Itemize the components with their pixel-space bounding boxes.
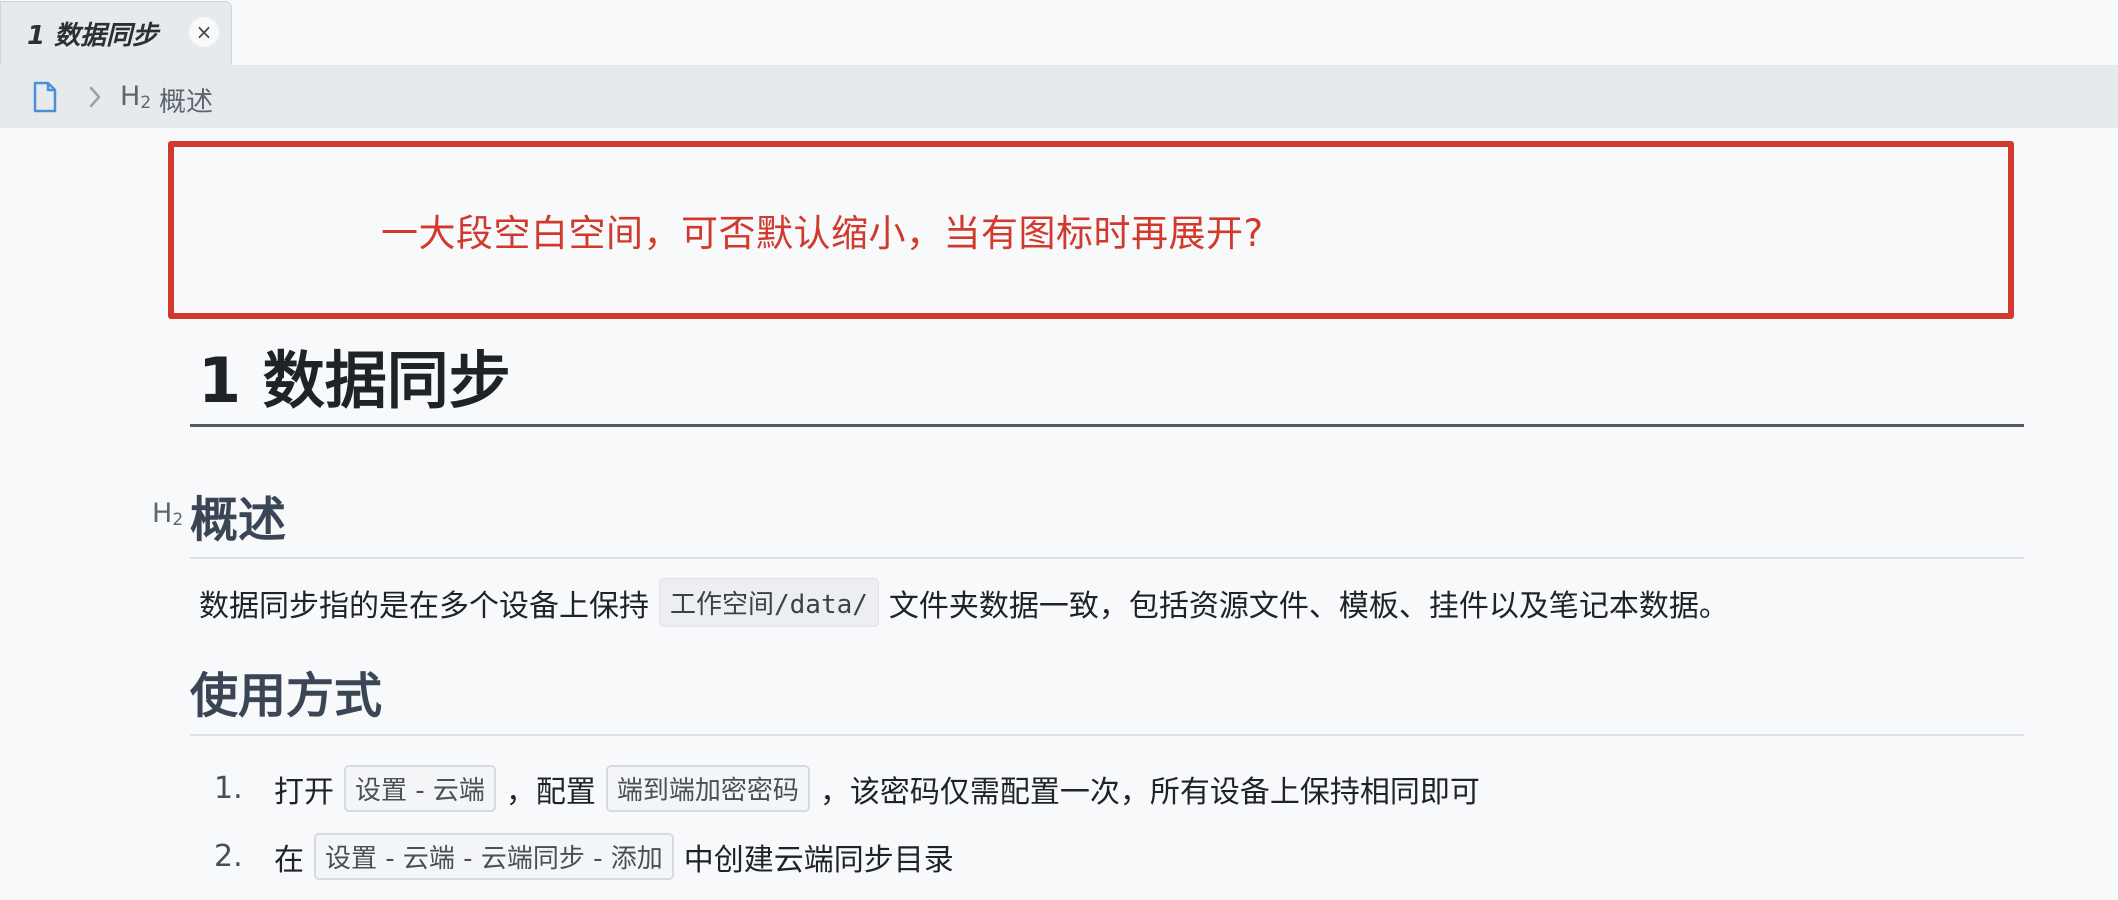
list-text: ，配置 bbox=[505, 774, 596, 810]
overview-paragraph[interactable]: 数据同步指的是在多个设备上保持 工作空间/data/ 文件夹数据一致，包括资源文… bbox=[199, 578, 1729, 627]
inline-kbd: 端到端加密密码 bbox=[605, 765, 810, 812]
list-item[interactable]: 1. 打开 设置 - 云端 ，配置 端到端加密密码 ，该密码仅需配置一次，所有设… bbox=[214, 765, 1480, 812]
breadcrumb-heading[interactable]: 概述 bbox=[159, 80, 213, 119]
title-divider bbox=[190, 424, 2024, 427]
tab-document[interactable]: 1 数据同步 × bbox=[0, 1, 232, 65]
list-number: 2. bbox=[214, 839, 243, 874]
list-text: ，该密码仅需配置一次，所有设备上保持相同即可 bbox=[819, 774, 1480, 810]
list-text: 打开 bbox=[274, 774, 334, 810]
inline-code: 工作空间/data/ bbox=[659, 578, 879, 627]
document-title[interactable]: 1 数据同步 bbox=[198, 330, 511, 420]
heading-level-marker[interactable]: H2 bbox=[152, 498, 183, 530]
list-text: 在 bbox=[274, 842, 304, 878]
inline-kbd: 设置 - 云端 bbox=[344, 765, 496, 812]
heading-level-icon: H2 bbox=[120, 81, 152, 113]
section-divider bbox=[190, 734, 2024, 736]
paragraph-text: 文件夹数据一致，包括资源文件、模板、挂件以及笔记本数据。 bbox=[888, 588, 1729, 624]
close-icon[interactable]: × bbox=[189, 17, 219, 47]
tab-bar: 1 数据同步 × bbox=[0, 0, 2118, 65]
section-divider bbox=[190, 557, 2024, 559]
document-icon[interactable] bbox=[32, 81, 58, 113]
inline-kbd: 设置 - 云端 - 云端同步 - 添加 bbox=[314, 833, 674, 880]
chevron-right-icon bbox=[89, 86, 101, 108]
paragraph-text: 数据同步指的是在多个设备上保持 bbox=[199, 588, 649, 624]
list-item[interactable]: 2. 在 设置 - 云端 - 云端同步 - 添加 中创建云端同步目录 bbox=[214, 833, 954, 880]
breadcrumb: H2 概述 bbox=[0, 65, 2118, 128]
section-heading-overview[interactable]: 概述 bbox=[190, 480, 286, 550]
annotation-box: 一大段空白空间，可否默认缩小，当有图标时再展开? bbox=[168, 141, 2014, 319]
annotation-text: 一大段空白空间，可否默认缩小，当有图标时再展开? bbox=[381, 212, 1264, 255]
section-heading-usage[interactable]: 使用方式 bbox=[190, 656, 382, 726]
tab-title: 1 数据同步 bbox=[27, 21, 159, 51]
list-text: 中创建云端同步目录 bbox=[683, 842, 954, 878]
list-number: 1. bbox=[214, 771, 243, 806]
